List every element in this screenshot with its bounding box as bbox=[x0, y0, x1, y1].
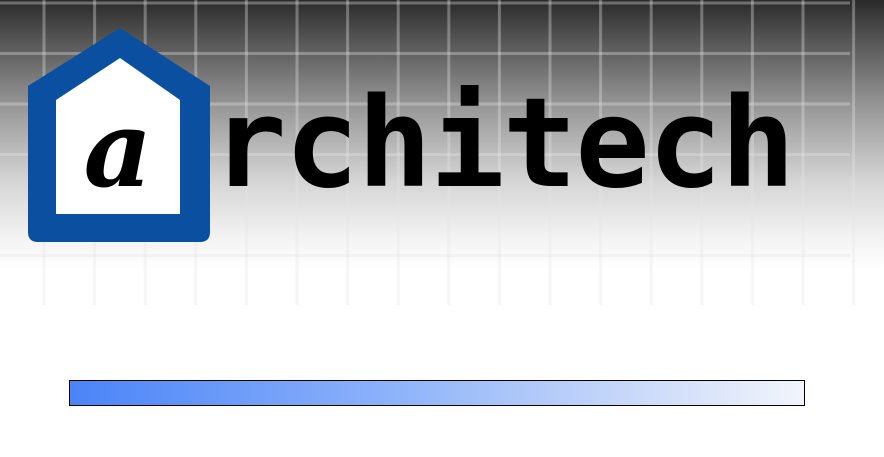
logo-letter: a bbox=[84, 86, 153, 211]
house-logo-icon: a bbox=[28, 28, 210, 242]
splash-screen: a rchitech bbox=[0, 0, 884, 457]
wordmark-text: rchitech bbox=[212, 72, 795, 216]
progress-fill bbox=[70, 381, 804, 405]
loading-progress-bar bbox=[69, 380, 805, 406]
